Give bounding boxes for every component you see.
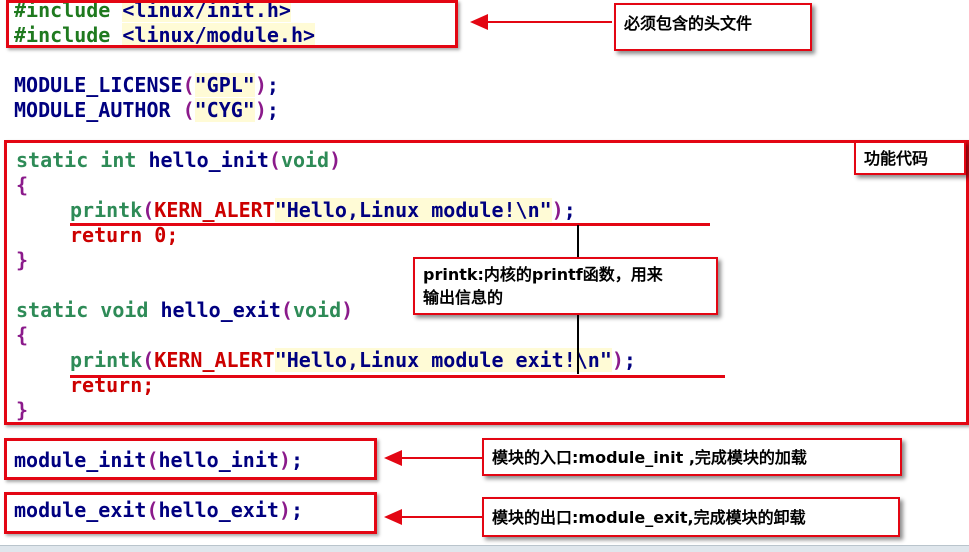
printk-note: printk:内核的printf函数，用来 输出信息的 bbox=[413, 257, 718, 315]
headers-note: 必须包含的头文件 bbox=[614, 3, 812, 51]
arrow-head-icon bbox=[470, 14, 488, 30]
printk-note-line2: 输出信息的 bbox=[423, 288, 504, 307]
arrow-head-icon bbox=[384, 509, 402, 525]
arrow-head-icon bbox=[384, 450, 402, 466]
module-exit-note: 模块的出口:module_exit,完成模块的卸载 bbox=[482, 497, 900, 537]
module-init-note: 模块的入口:module_init ,完成模块的加载 bbox=[482, 438, 902, 476]
printk-note-line1: printk:内核的printf函数，用来 bbox=[423, 265, 663, 284]
function-note: 功能代码 bbox=[854, 141, 966, 175]
